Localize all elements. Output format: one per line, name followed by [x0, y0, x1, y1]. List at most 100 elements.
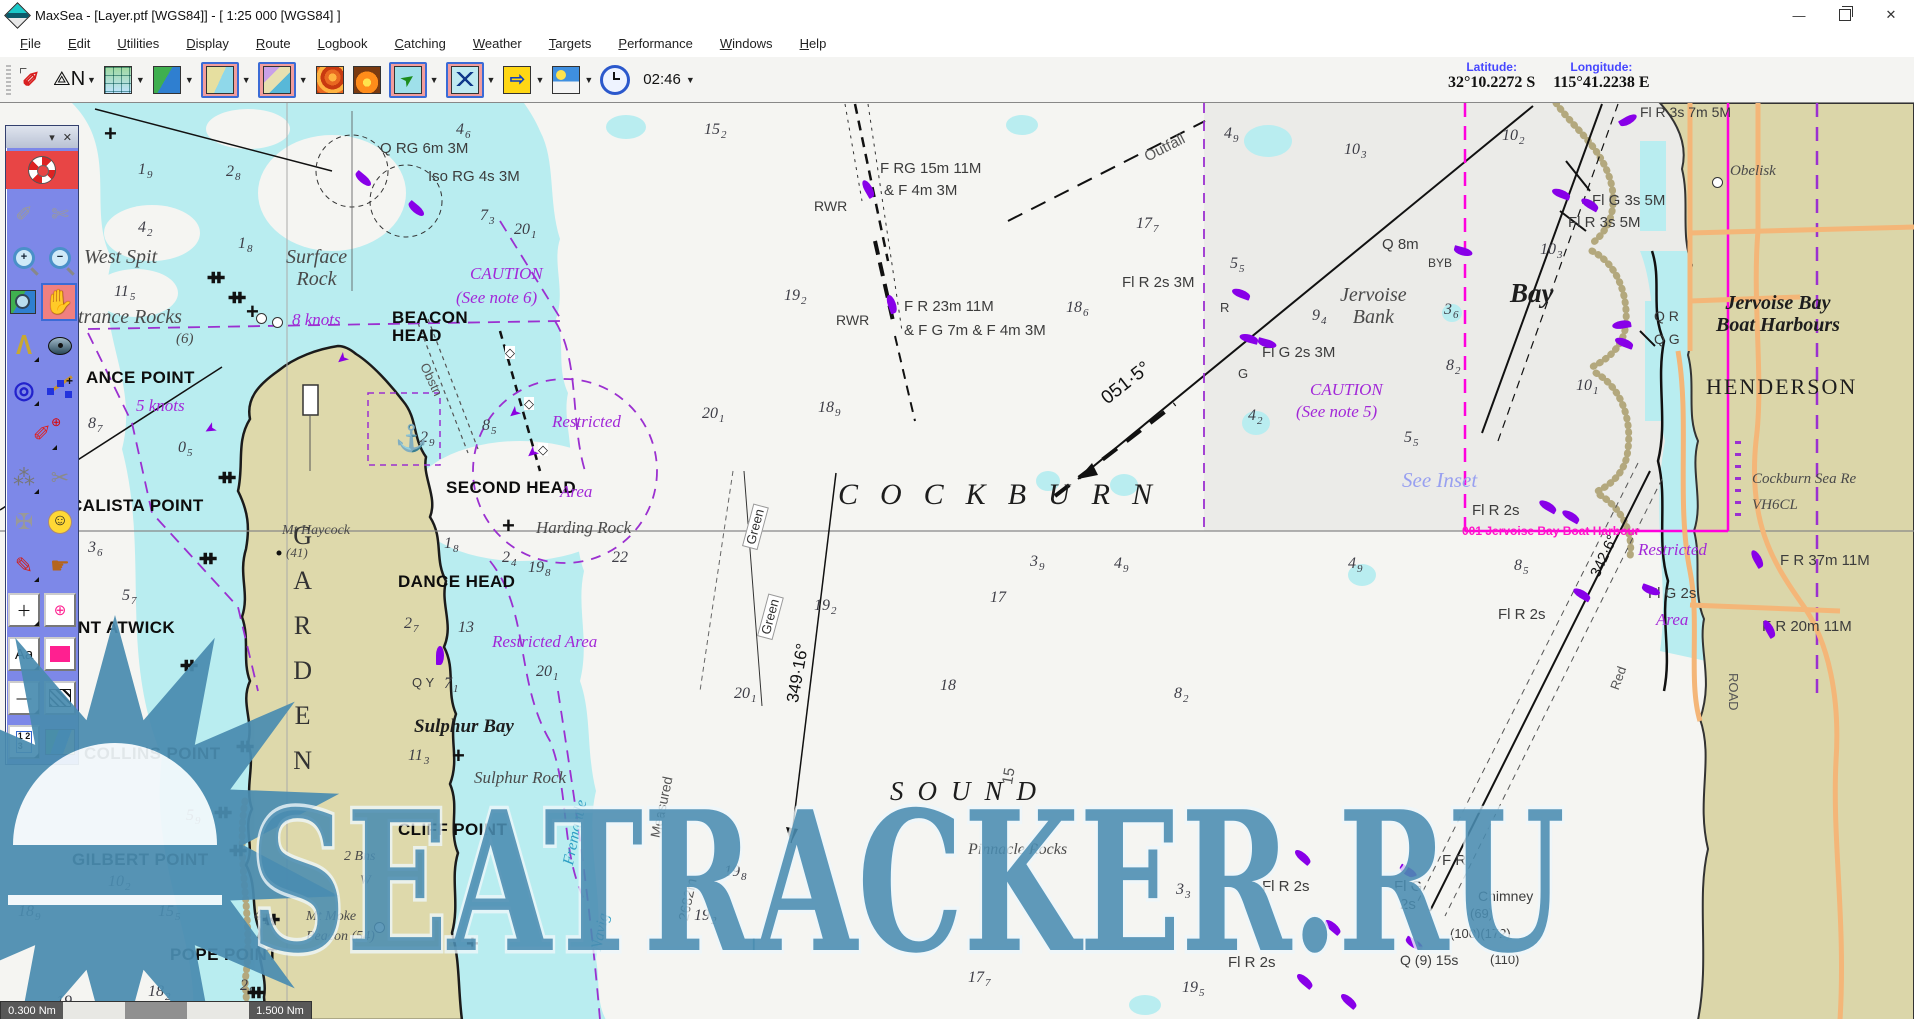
menu-utilities[interactable]: Utilities	[117, 36, 159, 51]
color-button[interactable]	[44, 637, 76, 671]
range-rings-icon[interactable]: ◎	[8, 373, 40, 407]
minimize-button[interactable]: —	[1776, 0, 1822, 30]
toolbar-grip[interactable]	[6, 65, 11, 95]
scale-segment	[125, 1002, 187, 1019]
grid-icon[interactable]: ▼	[103, 65, 145, 95]
maxsea-app-icon	[4, 2, 31, 29]
scale-bar: 0.300 Nm 1.500 Nm	[0, 1001, 312, 1019]
pen-disabled-icon[interactable]: ✐	[8, 197, 40, 231]
menu-bar: File Edit Utilities Display Route Logbook Catc…	[0, 30, 1914, 58]
chart-3d-icon-dropdown[interactable]: ▼	[299, 75, 308, 85]
grid-icon-art	[104, 66, 132, 94]
grid-icon-dropdown[interactable]: ▼	[136, 75, 145, 85]
route-icon[interactable]: ▼	[446, 62, 496, 98]
weather-icon-art	[552, 66, 580, 94]
clock-icon[interactable]	[600, 65, 630, 95]
palette-close-button[interactable]: ✕	[63, 131, 72, 144]
tools-icon[interactable]: ✠	[8, 505, 40, 539]
mob-icon-dropdown[interactable]: ▼	[535, 75, 544, 85]
menu-catching[interactable]: Catching	[395, 36, 446, 51]
mob-icon-art	[503, 66, 531, 94]
route-icon-art	[451, 66, 479, 94]
page-layout-button[interactable]: 1 23	[8, 725, 40, 759]
add-mark-icon[interactable]: ✐	[26, 417, 58, 451]
chart-3d-icon[interactable]: ▼	[258, 62, 308, 98]
weather-icon[interactable]: ▼	[551, 65, 593, 95]
text-style-button[interactable]: Aa	[8, 637, 40, 671]
chart-graphics	[0, 103, 1914, 1019]
waypoint-chain-icon[interactable]: +	[44, 373, 76, 407]
chart-3d-icon-art	[263, 66, 291, 94]
raster-chart-icon-art	[206, 66, 234, 94]
vector-chart-icon-art	[153, 66, 181, 94]
title-bar: MaxSea - [Layer.ptf [WGS84]] - [ 1:25 00…	[0, 0, 1914, 31]
scale-min-label: 0.300 Nm	[8, 1005, 56, 1017]
menu-file[interactable]: File	[20, 36, 41, 51]
raster-chart-icon[interactable]: ▼	[201, 62, 251, 98]
close-button[interactable]: ✕	[1868, 0, 1914, 30]
zoom-out-icon[interactable]: −	[44, 241, 76, 275]
scale-segment	[63, 1002, 125, 1019]
polygon-tool-icon[interactable]: ⁂	[8, 461, 40, 495]
hatch-button[interactable]	[44, 681, 76, 715]
track-icon-art	[394, 66, 422, 94]
menu-display[interactable]: Display	[186, 36, 229, 51]
menu-help[interactable]: Help	[800, 36, 827, 51]
seabed-icon[interactable]	[352, 65, 382, 95]
vector-chart-icon[interactable]: ▼	[152, 65, 194, 95]
menu-windows[interactable]: Windows	[720, 36, 773, 51]
scale-max-label: 1.500 Nm	[256, 1005, 304, 1017]
restore-button[interactable]	[1822, 0, 1868, 30]
latitude-label: Latitude:	[1448, 60, 1535, 74]
track-icon[interactable]: ▼	[389, 62, 439, 98]
menu-logbook[interactable]: Logbook	[318, 36, 368, 51]
menu-targets[interactable]: Targets	[549, 36, 592, 51]
palette-menu-button[interactable]: ▾	[49, 131, 55, 144]
time-display[interactable]: 02:46 ▼	[637, 71, 694, 88]
mob-icon[interactable]: ▼	[502, 65, 544, 95]
menu-performance[interactable]: Performance	[618, 36, 692, 51]
contour-icon-art	[316, 66, 344, 94]
pencil-tool-icon[interactable]: ✎	[8, 549, 40, 583]
smiley-icon[interactable]: ☺	[44, 505, 76, 539]
longitude-value: 115°41.2238 E	[1553, 74, 1649, 92]
chart-overview-icon[interactable]	[7, 285, 39, 319]
lifebuoy-icon	[28, 156, 56, 184]
route-icon-dropdown[interactable]: ▼	[487, 75, 496, 85]
menu-edit[interactable]: Edit	[68, 36, 90, 51]
contour-icon[interactable]	[315, 65, 345, 95]
longitude-label: Longitude:	[1553, 60, 1649, 74]
divider-tool-icon[interactable]: Λ	[8, 329, 40, 363]
pan-hand-icon[interactable]: ✋	[41, 283, 77, 321]
select-hand-icon[interactable]: ☛	[44, 549, 76, 583]
orientation-north-icon-dropdown[interactable]: ▼	[87, 75, 96, 85]
mob-lifebuoy-icon[interactable]	[6, 151, 78, 189]
window-title: MaxSea - [Layer.ptf [WGS84]] - [ 1:25 00…	[35, 8, 341, 23]
vector-chart-icon-dropdown[interactable]: ▼	[185, 75, 194, 85]
weather-icon-dropdown[interactable]: ▼	[584, 75, 593, 85]
latitude-value: 32°10.2272 S	[1448, 74, 1535, 92]
orientation-north-icon[interactable]: ⟁N▼	[54, 65, 96, 95]
cut-tool-icon[interactable]: ✂	[44, 461, 76, 495]
time-display-dropdown[interactable]: ▼	[686, 75, 695, 85]
menu-weather[interactable]: Weather	[473, 36, 522, 51]
raster-chart-icon-dropdown[interactable]: ▼	[242, 75, 251, 85]
position-readout: Latitude: 32°10.2272 S Longitude: 115°41…	[1448, 60, 1649, 92]
chart-canvas[interactable]: BEACON HEADSECOND HEADDANCE HEADANCE POI…	[0, 102, 1914, 1019]
minimap-icon[interactable]	[44, 725, 76, 759]
menu-route[interactable]: Route	[256, 36, 291, 51]
palette-title-bar: ▾ ✕	[6, 126, 78, 148]
crosshair-button[interactable]: ＋	[8, 593, 40, 627]
compass-tool-icon[interactable]	[44, 329, 76, 363]
line-style-button[interactable]: —	[8, 681, 40, 715]
scale-segment	[187, 1002, 249, 1019]
target-button[interactable]: ⊕	[44, 593, 76, 627]
restore-icon	[1839, 9, 1851, 21]
zoom-in-icon[interactable]: +	[8, 241, 40, 275]
seabed-icon-art	[353, 66, 381, 94]
track-icon-dropdown[interactable]: ▼	[430, 75, 439, 85]
annotation-tool-icon[interactable]	[17, 65, 47, 95]
time-value: 02:46	[643, 71, 681, 88]
tool-palette: ▾ ✕ ✐✄+−✋Λ◎+✐⁂✂✠☺✎☛＋⊕Aa—1 23	[5, 125, 79, 765]
eraser-disabled-icon[interactable]: ✄	[44, 197, 76, 231]
